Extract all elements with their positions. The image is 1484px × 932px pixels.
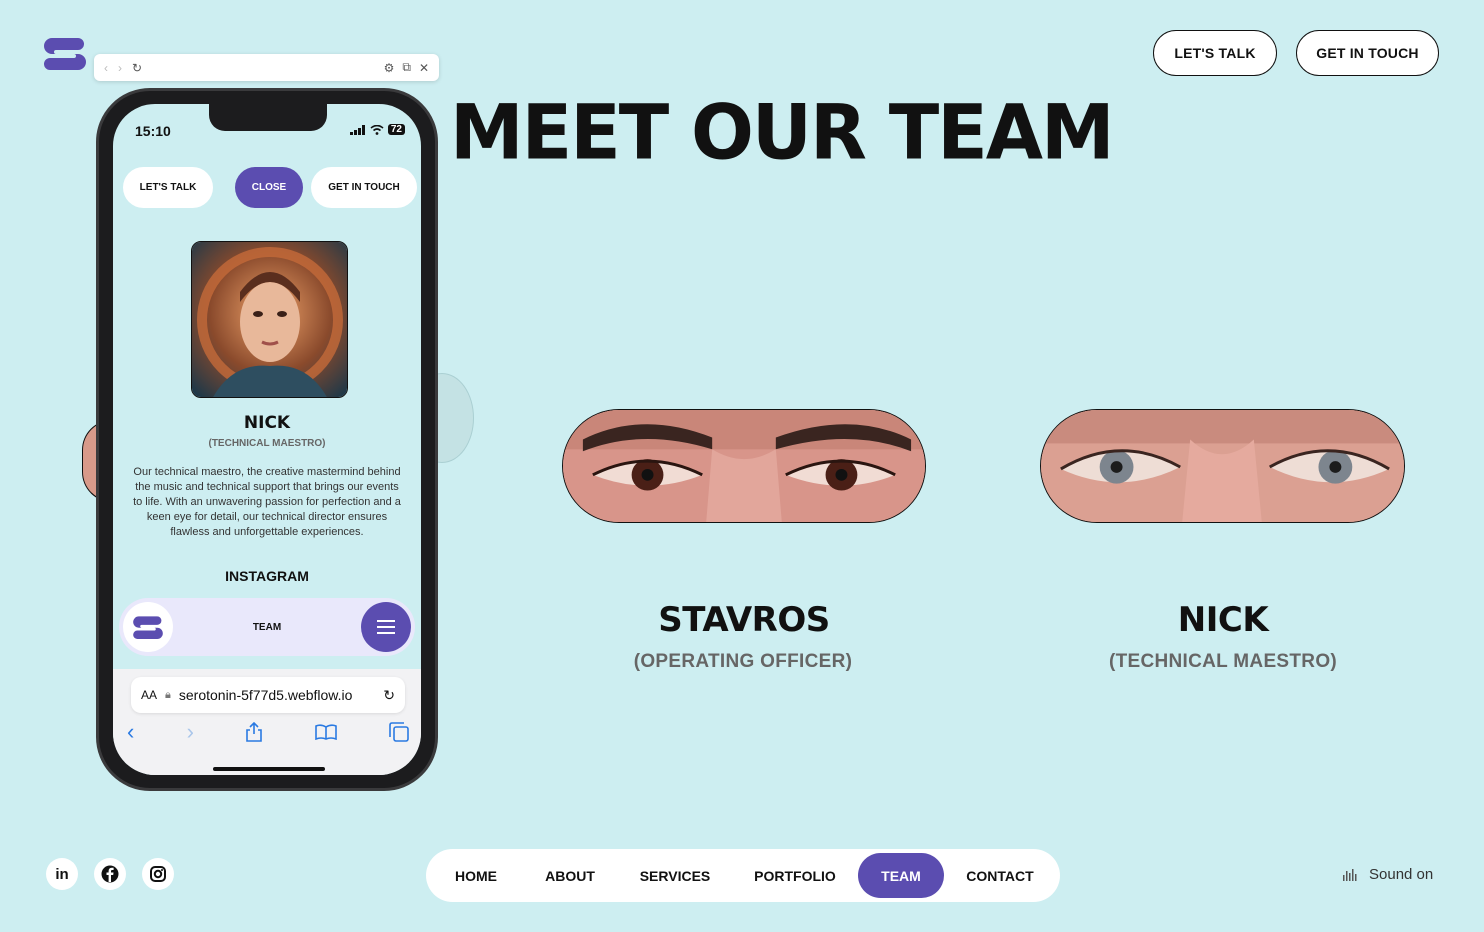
phone-logo[interactable] <box>123 602 173 652</box>
nav-home[interactable]: HOME <box>430 853 522 898</box>
share-icon[interactable] <box>246 722 263 742</box>
site-logo[interactable] <box>44 36 86 70</box>
instagram-link[interactable]: INSTAGRAM <box>113 568 421 584</box>
member-role: (TECHNICAL MAESTRO) <box>208 438 326 449</box>
safari-toolbar: AA 🔒︎ serotonin-5f77d5.webflow.io ↻ ‹ › <box>113 669 421 775</box>
linkedin-icon[interactable]: in <box>46 858 78 890</box>
page-title: MEET OUR TEAM <box>450 89 1115 177</box>
text-size-button[interactable]: AA <box>141 688 157 702</box>
forward-icon[interactable]: › <box>187 719 194 745</box>
member-portrait <box>191 241 348 398</box>
nav-about[interactable]: ABOUT <box>522 853 618 898</box>
status-icons: 72 <box>349 124 405 135</box>
phone-lets-talk-button[interactable]: LET'S TALK <box>123 167 213 208</box>
member-description: Our technical maestro, the creative mast… <box>133 466 401 538</box>
phone-get-in-touch-button[interactable]: GET IN TOUCH <box>311 167 417 208</box>
open-external-icon[interactable]: ⧉ <box>402 60 411 75</box>
safari-nav-buttons: ‹ › <box>127 719 409 745</box>
phone-bottom-nav: TEAM <box>119 598 415 656</box>
reload-icon[interactable]: ↻ <box>383 687 395 704</box>
main-nav: HOME ABOUT SERVICES PORTFOLIO TEAM CONTA… <box>426 849 1060 902</box>
close-icon[interactable]: ✕ <box>419 61 429 75</box>
lets-talk-button[interactable]: LET'S TALK <box>1153 30 1277 76</box>
nav-team[interactable]: TEAM <box>858 853 944 898</box>
home-indicator <box>213 767 325 771</box>
address-bar[interactable]: AA 🔒︎ serotonin-5f77d5.webflow.io ↻ <box>131 677 405 713</box>
instagram-icon[interactable] <box>142 858 174 890</box>
team-member-eyes-nick[interactable] <box>1040 409 1405 523</box>
back-arrow-icon[interactable]: ‹ <box>104 61 108 75</box>
phone-screen: 15:10 72 LET'S TALK CLOSE GET IN TOUCH N… <box>113 104 421 775</box>
facebook-icon[interactable] <box>94 858 126 890</box>
team-member-role: (TECHNICAL MAESTRO) <box>1108 651 1338 672</box>
team-member-role: (OPERATING OFFICER) <box>633 651 853 672</box>
team-member-name: STAVROS <box>658 600 830 640</box>
member-name: NICK <box>243 413 291 433</box>
phone-nav-label: TEAM <box>252 621 282 633</box>
back-icon[interactable]: ‹ <box>127 719 134 745</box>
nav-portfolio[interactable]: PORTFOLIO <box>732 853 858 898</box>
reload-icon[interactable]: ↻ <box>132 61 142 75</box>
nav-contact[interactable]: CONTACT <box>944 853 1056 898</box>
get-in-touch-button[interactable]: GET IN TOUCH <box>1296 30 1439 76</box>
sound-toggle[interactable]: Sound on <box>1343 866 1433 883</box>
battery-icon: 72 <box>387 124 405 135</box>
device-preview-toolbar: ‹ › ↻ ⚙ ⧉ ✕ <box>94 54 439 81</box>
lock-icon: 🔒︎ <box>165 688 171 701</box>
sound-label: Sound on <box>1369 866 1434 883</box>
bookmarks-icon[interactable] <box>314 724 337 740</box>
signal-icon <box>349 124 365 135</box>
tabs-icon[interactable] <box>389 722 409 742</box>
nav-services[interactable]: SERVICES <box>618 853 732 898</box>
hamburger-menu-icon[interactable] <box>361 602 411 652</box>
status-time: 15:10 <box>135 123 171 139</box>
wifi-icon <box>370 124 384 135</box>
team-member-eyes-stavros[interactable] <box>562 409 926 523</box>
settings-sliders-icon[interactable]: ⚙ <box>384 61 395 75</box>
phone-close-button[interactable]: CLOSE <box>235 167 303 208</box>
phone-notch <box>209 104 327 131</box>
team-member-name: NICK <box>1177 600 1269 640</box>
phone-preview: 15:10 72 LET'S TALK CLOSE GET IN TOUCH N… <box>96 88 438 791</box>
url-text: serotonin-5f77d5.webflow.io <box>178 687 353 703</box>
sound-bars-icon <box>1343 868 1357 881</box>
forward-arrow-icon[interactable]: › <box>118 61 122 75</box>
